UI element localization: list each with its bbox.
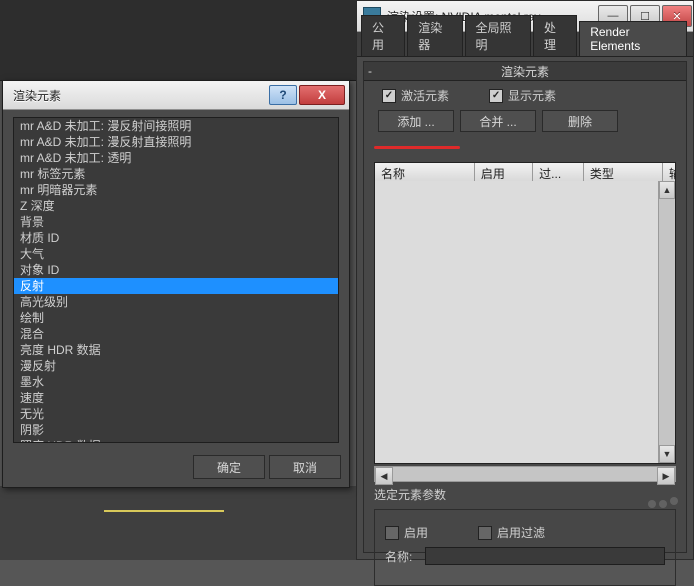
checkbox-icon: ✓ — [382, 89, 396, 103]
dialog-title: 渲染元素 — [3, 87, 269, 104]
col-enabled[interactable]: 启用 — [475, 163, 533, 181]
merge-button[interactable]: 合并 ... — [460, 110, 536, 132]
watermark — [648, 500, 678, 508]
list-item[interactable]: 对象 ID — [14, 262, 338, 278]
scrollbar-vertical[interactable]: ▲ ▼ — [658, 181, 675, 463]
list-item[interactable]: 大气 — [14, 246, 338, 262]
elements-list[interactable]: 名称 启用 过... 类型 输 ▲ ▼ — [374, 162, 676, 464]
col-filter[interactable]: 过... — [533, 163, 584, 181]
list-item[interactable]: mr A&D 未加工: 漫反射间接照明 — [14, 118, 338, 134]
list-header: 名称 启用 过... 类型 输 — [375, 163, 675, 182]
render-elements-dialog: 渲染元素 ? X mr A&D 未加工: 漫反射间接照明mr A&D 未加工: … — [2, 80, 350, 488]
collapse-icon: - — [368, 64, 372, 78]
section-render-elements[interactable]: - 渲染元素 — [364, 62, 686, 81]
checkbox-icon — [385, 526, 399, 540]
chk-label: 启用 — [404, 524, 428, 541]
list-item[interactable]: 速度 — [14, 390, 338, 406]
chk-activate-elements[interactable]: ✓ 激活元素 — [382, 87, 449, 104]
list-item[interactable]: 反射 — [14, 278, 338, 294]
list-item[interactable]: 无光 — [14, 406, 338, 422]
add-button[interactable]: 添加 ... — [378, 110, 454, 132]
panel-body: - 渲染元素 ✓ 激活元素 ✓ 显示元素 添加 ... 合并 ... 删除 名称… — [363, 61, 687, 553]
viewport-dark-area — [0, 0, 356, 81]
list-item[interactable]: 材质 ID — [14, 230, 338, 246]
delete-button[interactable]: 删除 — [542, 110, 618, 132]
dialog-titlebar[interactable]: 渲染元素 ? X — [3, 81, 349, 110]
list-item[interactable]: 亮度 HDR 数据 — [14, 342, 338, 358]
checkbox-icon: ✓ — [489, 89, 503, 103]
scroll-up-icon[interactable]: ▲ — [659, 181, 675, 199]
scrollbar-horizontal[interactable]: ◀ ▶ — [374, 466, 676, 482]
col-type[interactable]: 类型 — [584, 163, 663, 181]
chk-label: 启用过滤 — [497, 524, 545, 541]
params-group: 启用 启用过滤 名称: — [374, 509, 676, 586]
list-item[interactable]: mr A&D 未加工: 透明 — [14, 150, 338, 166]
checkbox-icon — [478, 526, 492, 540]
list-item[interactable]: 漫反射 — [14, 358, 338, 374]
col-output[interactable]: 输 — [663, 163, 675, 181]
selected-element-params: 选定元素参数 启用 启用过滤 名称: — [374, 486, 676, 586]
scroll-right-icon[interactable]: ▶ — [657, 467, 675, 485]
name-label: 名称: — [385, 548, 425, 565]
viewport-lower-area — [0, 486, 356, 560]
list-item[interactable]: 照度 HDR 数据 — [14, 438, 338, 443]
list-item[interactable]: mr 明暗器元素 — [14, 182, 338, 198]
chk-display-elements[interactable]: ✓ 显示元素 — [489, 87, 556, 104]
tabstrip: 公用 渲染器 全局照明 处理 Render Elements — [357, 32, 693, 57]
chk-enable-filter[interactable]: 启用过滤 — [478, 524, 545, 541]
list-item[interactable]: 绘制 — [14, 310, 338, 326]
cancel-button[interactable]: 取消 — [269, 455, 341, 479]
ok-button[interactable]: 确定 — [193, 455, 265, 479]
tab-processing[interactable]: 处理 — [533, 15, 577, 56]
render-settings-window: 渲染设置: NVIDIA mental ray — ☐ ✕ 公用 渲染器 全局照… — [356, 0, 694, 560]
close-button[interactable]: X — [299, 85, 345, 105]
tab-renderer[interactable]: 渲染器 — [407, 15, 462, 56]
list-item[interactable]: 阴影 — [14, 422, 338, 438]
list-item[interactable]: 墨水 — [14, 374, 338, 390]
scroll-down-icon[interactable]: ▼ — [659, 445, 675, 463]
section-title: 渲染元素 — [370, 63, 680, 80]
list-item[interactable]: 背景 — [14, 214, 338, 230]
dialog-listbox[interactable]: mr A&D 未加工: 漫反射间接照明mr A&D 未加工: 漫反射直接照明mr… — [13, 117, 339, 443]
help-button[interactable]: ? — [269, 85, 297, 105]
tab-render-elements[interactable]: Render Elements — [579, 21, 687, 56]
list-item[interactable]: mr A&D 未加工: 漫反射直接照明 — [14, 134, 338, 150]
timeline-marker — [104, 510, 224, 512]
scroll-left-icon[interactable]: ◀ — [375, 467, 393, 485]
tab-common[interactable]: 公用 — [361, 15, 405, 56]
chk-label: 显示元素 — [508, 87, 556, 104]
list-item[interactable]: 高光级别 — [14, 294, 338, 310]
list-item[interactable]: mr 标签元素 — [14, 166, 338, 182]
tab-gi[interactable]: 全局照明 — [465, 15, 531, 56]
col-name[interactable]: 名称 — [375, 163, 475, 181]
annotation-underline — [374, 146, 460, 149]
list-body[interactable] — [375, 181, 675, 463]
list-item[interactable]: Z 深度 — [14, 198, 338, 214]
name-input[interactable] — [425, 547, 665, 565]
chk-enable[interactable]: 启用 — [385, 524, 428, 541]
chk-label: 激活元素 — [401, 87, 449, 104]
section2-title: 选定元素参数 — [374, 486, 676, 503]
list-item[interactable]: 混合 — [14, 326, 338, 342]
